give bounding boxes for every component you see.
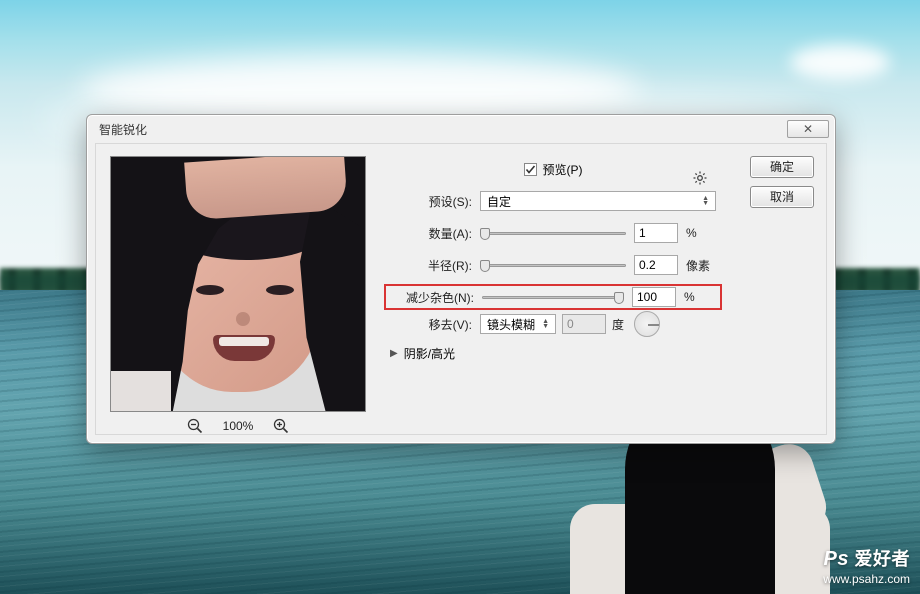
chevron-updown-icon: ▲▼ [542, 319, 549, 329]
amount-unit: % [686, 226, 716, 240]
chevron-updown-icon: ▲▼ [702, 196, 709, 206]
gear-icon[interactable] [692, 170, 708, 189]
preview-label: 预览(P) [543, 161, 583, 178]
radius-unit: 像素 [686, 257, 716, 274]
preset-label: 预设(S): [390, 193, 480, 210]
amount-slider[interactable] [480, 225, 626, 241]
preview-checkbox[interactable] [524, 163, 537, 176]
noise-unit: % [684, 290, 714, 304]
amount-label: 数量(A): [390, 225, 480, 242]
noise-label: 减少杂色(N): [392, 289, 482, 306]
chevron-right-icon[interactable]: ▶ [390, 348, 398, 359]
radius-slider[interactable] [480, 257, 626, 273]
angle-dial[interactable] [634, 311, 660, 337]
smart-sharpen-dialog: 智能锐化 ✕ 100% [86, 114, 836, 444]
noise-slider[interactable] [482, 289, 624, 305]
zoom-out-icon[interactable] [187, 418, 203, 434]
remove-select[interactable]: 镜头模糊 ▲▼ [480, 314, 556, 334]
cancel-button[interactable]: 取消 [750, 186, 814, 208]
ok-button[interactable]: 确定 [750, 156, 814, 178]
dialog-title: 智能锐化 [99, 121, 147, 138]
close-button[interactable]: ✕ [787, 120, 829, 138]
angle-input: 0 [562, 314, 606, 334]
amount-input[interactable]: 1 [634, 223, 678, 243]
radius-input[interactable]: 0.2 [634, 255, 678, 275]
zoom-level: 100% [223, 419, 254, 433]
dialog-titlebar[interactable]: 智能锐化 ✕ [87, 115, 835, 143]
noise-row-highlight: 减少杂色(N): 100 % [384, 284, 722, 310]
noise-input[interactable]: 100 [632, 287, 676, 307]
shadows-highlight-label[interactable]: 阴影/高光 [404, 345, 455, 362]
remove-label: 移去(V): [390, 316, 480, 333]
preset-select[interactable]: 自定 ▲▼ [480, 191, 716, 211]
preview-image[interactable] [110, 156, 366, 412]
radius-label: 半径(R): [390, 257, 480, 274]
angle-unit: 度 [612, 316, 628, 333]
watermark: Ps 爱好者 www.psahz.com [823, 545, 910, 586]
zoom-in-icon[interactable] [273, 418, 289, 434]
